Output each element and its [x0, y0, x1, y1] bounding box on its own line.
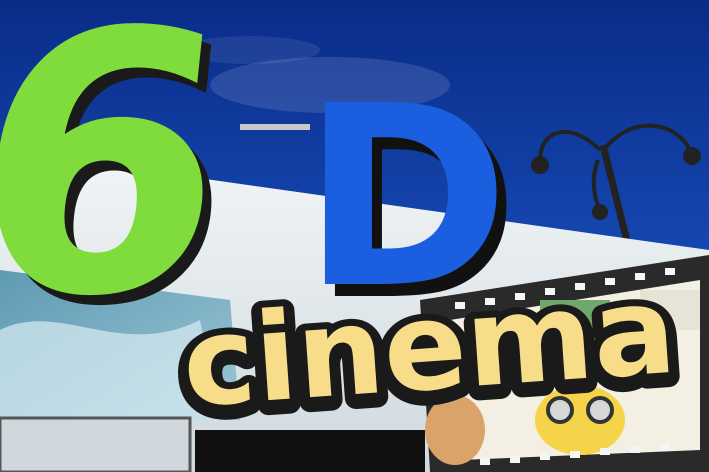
support-bar: [240, 124, 310, 130]
lower-panel: [0, 416, 192, 472]
doorway: [195, 430, 425, 472]
cinema-sign-photo: 6 6 D D cinema cinema: [0, 0, 709, 472]
